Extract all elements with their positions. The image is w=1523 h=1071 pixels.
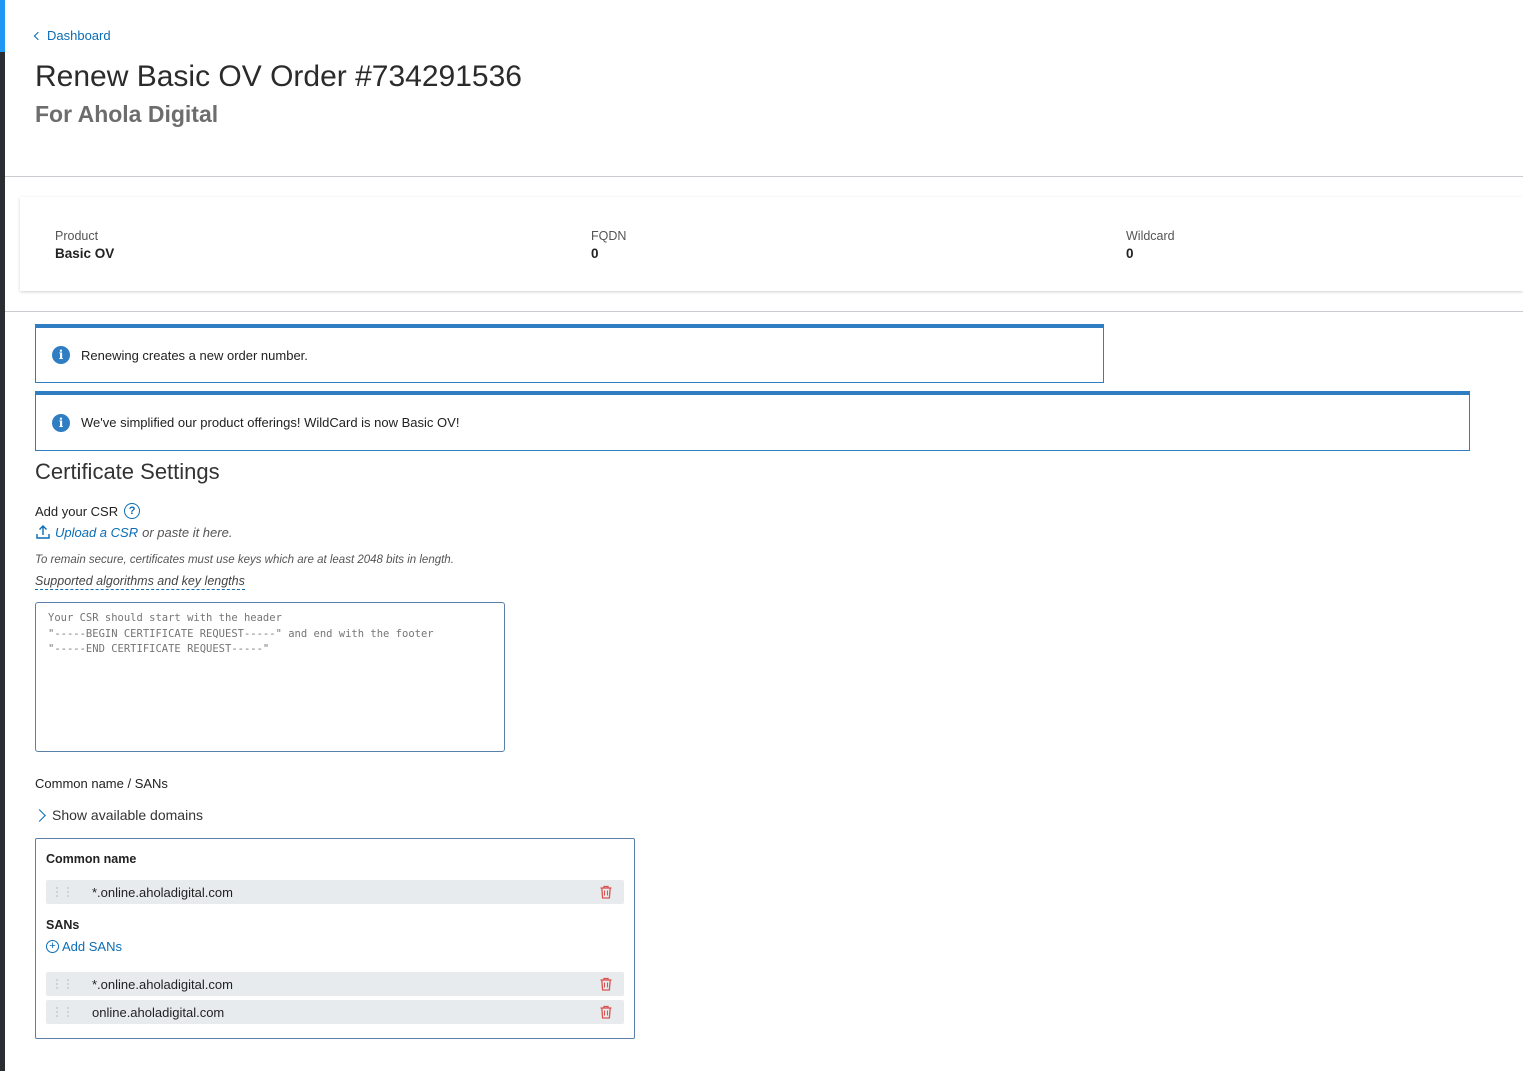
header-divider xyxy=(5,176,1523,177)
summary-wildcard: Wildcard 0 xyxy=(1126,229,1175,261)
domains-box: Common name *.online.aholadigital.com SA… xyxy=(35,838,635,1039)
drag-handle-icon[interactable] xyxy=(56,977,78,991)
info-alert-renew: i Renewing creates a new order number. xyxy=(35,324,1104,383)
supported-algorithms-link[interactable]: Supported algorithms and key lengths xyxy=(35,574,245,590)
summary-wildcard-label: Wildcard xyxy=(1126,229,1175,243)
summary-wildcard-value: 0 xyxy=(1126,246,1134,261)
summary-fqdn-value: 0 xyxy=(591,246,599,261)
upload-csr-row: Upload a CSR or paste it here. xyxy=(35,524,232,540)
trash-icon[interactable] xyxy=(598,884,614,900)
info-icon: i xyxy=(52,413,70,432)
upload-icon xyxy=(36,525,50,539)
info-alert-text: We've simplified our product offerings! … xyxy=(81,415,460,430)
show-available-domains-label: Show available domains xyxy=(52,807,203,823)
common-name-sans-label: Common name / SANs xyxy=(35,776,168,791)
left-nav-rail xyxy=(0,0,5,1071)
add-sans-label: Add SANs xyxy=(62,939,122,954)
common-name-row: *.online.aholadigital.com xyxy=(46,880,624,904)
summary-product-value: Basic OV xyxy=(55,246,115,261)
chevron-left-icon xyxy=(33,31,43,40)
trash-icon[interactable] xyxy=(598,976,614,992)
page-title: Renew Basic OV Order #734291536 xyxy=(35,60,522,93)
summary-product-label: Product xyxy=(55,229,99,243)
san-value: *.online.aholadigital.com xyxy=(92,976,233,992)
common-name-heading: Common name xyxy=(46,852,137,866)
help-circle-icon[interactable]: ? xyxy=(124,503,141,519)
chevron-right-icon xyxy=(33,808,46,822)
upload-csr-suffix: or paste it here. xyxy=(142,524,233,540)
plus-circle-icon: + xyxy=(46,940,59,953)
drag-handle-icon[interactable] xyxy=(56,1005,78,1019)
common-name-value: *.online.aholadigital.com xyxy=(92,884,233,900)
back-to-dashboard-link[interactable]: Dashboard xyxy=(33,28,111,43)
trash-icon[interactable] xyxy=(598,1004,614,1020)
summary-product: Product Basic OV xyxy=(55,229,114,261)
back-link-label: Dashboard xyxy=(47,28,111,43)
page-subtitle: For Ahola Digital xyxy=(35,101,219,127)
upload-csr-link[interactable]: Upload a CSR xyxy=(55,525,138,540)
csr-textarea[interactable] xyxy=(35,602,505,752)
san-row: *.online.aholadigital.com xyxy=(46,972,624,996)
info-alert-simplified: i We've simplified our product offerings… xyxy=(35,391,1470,451)
summary-fqdn-label: FQDN xyxy=(591,229,627,243)
sans-heading: SANs xyxy=(46,918,80,932)
san-row: online.aholadigital.com xyxy=(46,1000,624,1024)
page: Dashboard Renew Basic OV Order #73429153… xyxy=(0,0,1523,1071)
csr-label-row: Add your CSR ? xyxy=(35,503,141,519)
order-summary-card: Product Basic OV FQDN 0 Wildcard 0 xyxy=(20,197,1523,291)
info-icon: i xyxy=(52,346,70,364)
csr-label: Add your CSR xyxy=(35,503,119,519)
summary-fqdn: FQDN 0 xyxy=(591,229,626,261)
info-alert-text: Renewing creates a new order number. xyxy=(81,347,308,363)
san-value: online.aholadigital.com xyxy=(92,1004,225,1020)
summary-divider xyxy=(5,311,1523,312)
certificate-settings-title: Certificate Settings xyxy=(35,459,220,484)
key-length-note: To remain secure, certificates must use … xyxy=(35,554,454,566)
show-available-domains-toggle[interactable]: Show available domains xyxy=(33,807,203,823)
drag-handle-icon[interactable] xyxy=(56,885,78,899)
left-nav-active-indicator xyxy=(0,0,5,52)
add-sans-button[interactable]: + Add SANs xyxy=(46,939,122,954)
